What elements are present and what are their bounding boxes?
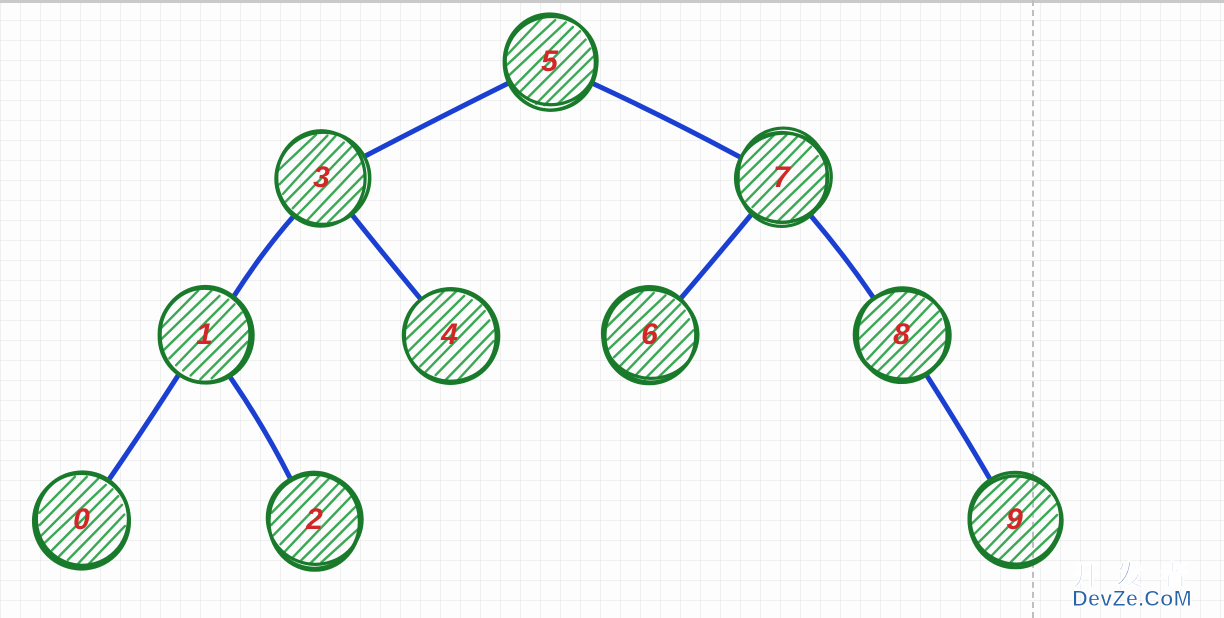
tree-edge <box>811 216 873 297</box>
tree-node <box>736 128 832 226</box>
tree-edge <box>234 216 294 296</box>
watermark: 开发者 DevZe.CoM <box>1072 562 1204 610</box>
tree-edge <box>352 215 419 298</box>
tree-node <box>603 287 698 384</box>
tree-svg <box>0 0 1224 618</box>
tree-edge <box>593 83 739 156</box>
tree-edge <box>927 376 990 479</box>
tree-node <box>504 14 597 110</box>
diagram-canvas: 5371468029 开发者 DevZe.CoM <box>0 0 1224 618</box>
nodes-layer <box>34 14 1063 570</box>
tree-edge <box>365 84 507 156</box>
tree-edge <box>681 215 751 299</box>
watermark-line2: DevZe.CoM <box>1072 588 1204 610</box>
edges-layer <box>109 83 990 480</box>
tree-node <box>969 472 1062 567</box>
tree-node <box>267 472 362 570</box>
tree-node <box>854 288 950 383</box>
tree-node <box>403 289 498 384</box>
tree-node <box>276 131 370 226</box>
tree-node <box>34 472 130 569</box>
tree-edge <box>109 375 179 480</box>
tree-node <box>159 286 253 383</box>
tree-edge <box>230 376 291 478</box>
